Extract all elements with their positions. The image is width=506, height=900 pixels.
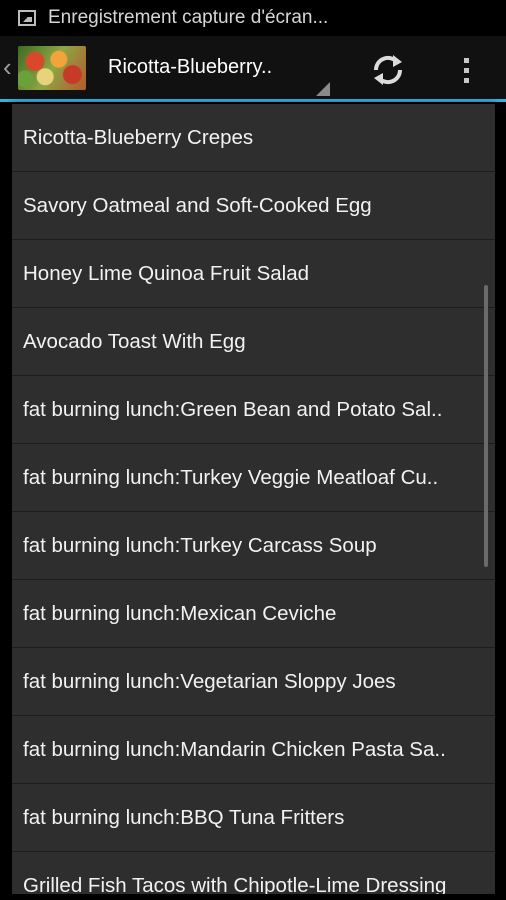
dropdown-item-label: Honey Lime Quinoa Fruit Salad	[23, 261, 310, 285]
dropdown-item-label: fat burning lunch:Turkey Carcass Soup	[23, 533, 377, 557]
dropdown-item[interactable]: Grilled Fish Tacos with Chipotle-Lime Dr…	[12, 852, 495, 895]
action-bar: ‹ Ricotta-Blueberry..	[0, 36, 506, 102]
recipe-dropdown-list[interactable]: Ricotta-Blueberry Crepes Savory Oatmeal …	[12, 104, 495, 894]
dropdown-item[interactable]: fat burning lunch:BBQ Tuna Fritters	[12, 784, 495, 852]
dropdown-item-label: fat burning lunch:BBQ Tuna Fritters	[23, 805, 345, 829]
dropdown-item[interactable]: fat burning lunch:Vegetarian Sloppy Joes	[12, 648, 495, 716]
list-scrollbar[interactable]	[484, 285, 488, 567]
dropdown-item-label: Avocado Toast With Egg	[23, 329, 246, 353]
dropdown-item-label: Savory Oatmeal and Soft-Cooked Egg	[23, 193, 372, 217]
screen: Enregistrement capture d'écran... ‹ Rico…	[0, 0, 506, 900]
dropdown-item-label: fat burning lunch:Vegetarian Sloppy Joes	[23, 669, 396, 693]
dropdown-item-label: Ricotta-Blueberry Crepes	[23, 125, 254, 149]
dropdown-item[interactable]: fat burning lunch:Turkey Carcass Soup	[12, 512, 495, 580]
up-chevron-icon[interactable]: ‹	[3, 52, 12, 82]
dropdown-item[interactable]: Avocado Toast With Egg	[12, 308, 495, 376]
overflow-menu-icon	[463, 57, 469, 63]
spinner-caret-icon[interactable]	[316, 82, 330, 96]
overflow-dot	[463, 77, 469, 83]
refresh-button[interactable]	[366, 50, 410, 90]
dropdown-item[interactable]: Honey Lime Quinoa Fruit Salad	[12, 240, 495, 308]
recipe-spinner-title[interactable]: Ricotta-Blueberry..	[108, 56, 272, 79]
dropdown-item-label: Grilled Fish Tacos with Chipotle-Lime Dr…	[23, 873, 447, 895]
refresh-icon	[373, 55, 403, 85]
overflow-menu-button[interactable]	[450, 50, 482, 90]
dropdown-item[interactable]: fat burning lunch:Mandarin Chicken Pasta…	[12, 716, 495, 784]
status-notification-text: Enregistrement capture d'écran...	[48, 7, 329, 28]
food-thumbnail-icon[interactable]	[18, 46, 86, 90]
dropdown-item-label: fat burning lunch:Turkey Veggie Meatloaf…	[23, 465, 439, 489]
screenshot-notification-icon	[18, 10, 36, 26]
dropdown-item[interactable]: fat burning lunch:Turkey Veggie Meatloaf…	[12, 444, 495, 512]
overflow-dot	[463, 67, 469, 73]
dropdown-item[interactable]: fat burning lunch:Mexican Ceviche	[12, 580, 495, 648]
dropdown-item[interactable]: Savory Oatmeal and Soft-Cooked Egg	[12, 172, 495, 240]
status-bar: Enregistrement capture d'écran...	[0, 0, 506, 36]
dropdown-item-label: fat burning lunch:Green Bean and Potato …	[23, 397, 443, 421]
dropdown-item[interactable]: Ricotta-Blueberry Crepes	[12, 104, 495, 172]
dropdown-item-label: fat burning lunch:Mandarin Chicken Pasta…	[23, 737, 446, 761]
dropdown-item-label: fat burning lunch:Mexican Ceviche	[23, 601, 337, 625]
dropdown-item[interactable]: fat burning lunch:Green Bean and Potato …	[12, 376, 495, 444]
